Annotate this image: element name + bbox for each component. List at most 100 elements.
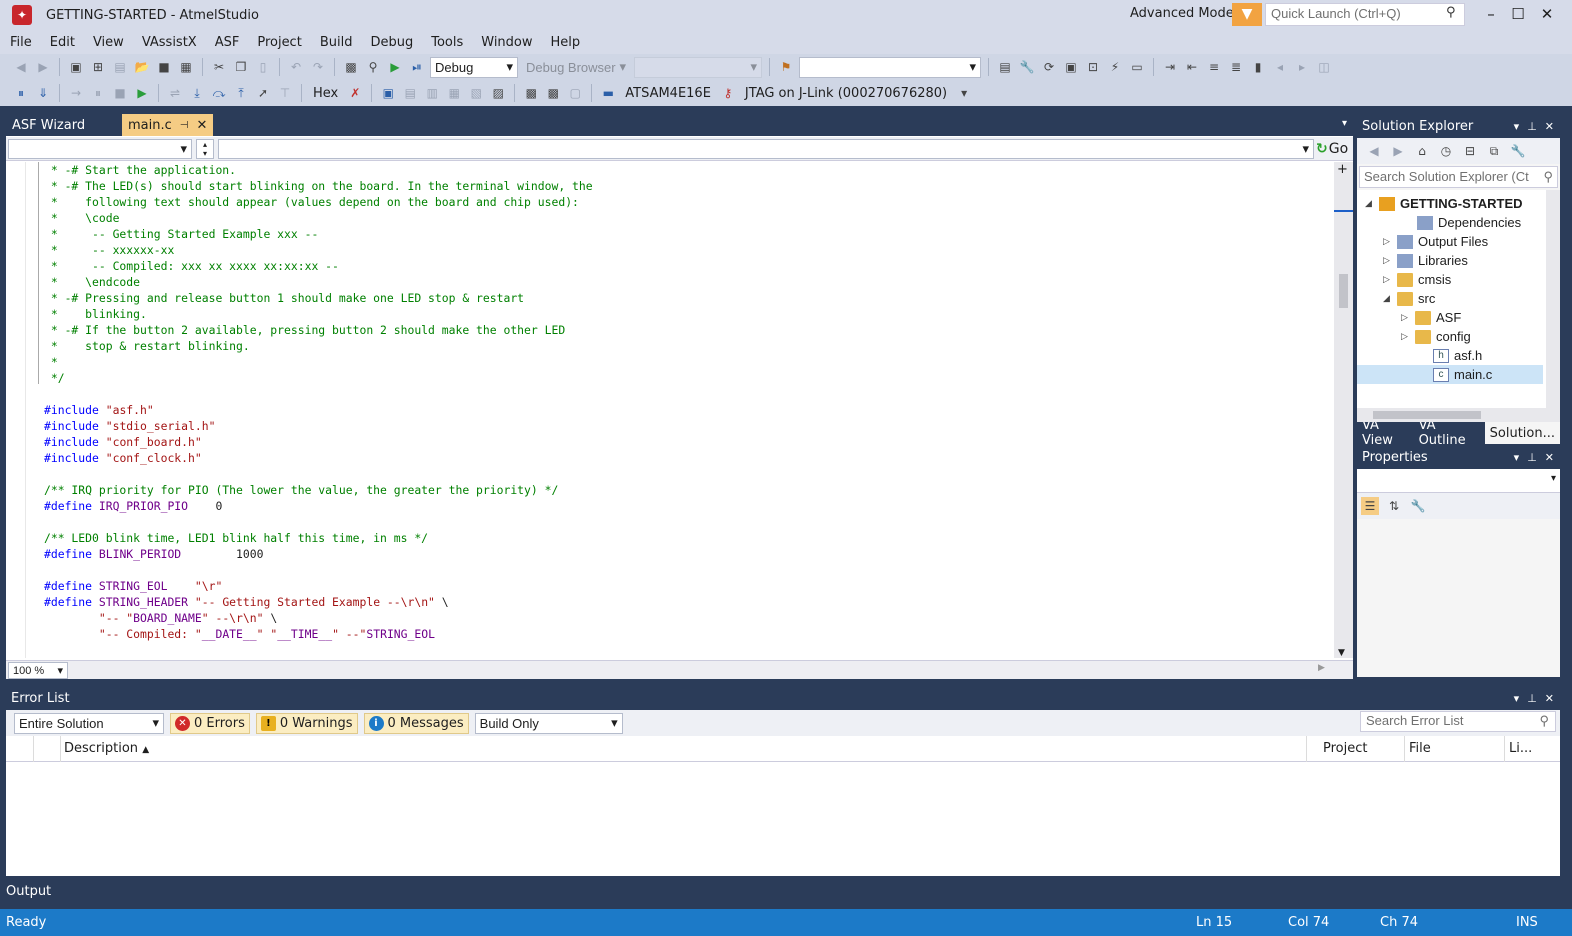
- code-line[interactable]: * -# Start the application.: [26, 162, 1334, 178]
- tree-item-src[interactable]: ◢ src: [1357, 289, 1543, 308]
- reset-icon[interactable]: ⊤: [276, 84, 294, 102]
- menu-file[interactable]: File: [10, 35, 32, 50]
- back-icon[interactable]: ◀: [12, 58, 30, 76]
- expander-icon[interactable]: ▷: [1401, 312, 1415, 323]
- code-line[interactable]: #define STRING_EOL "\r": [26, 578, 1334, 594]
- new-file-icon[interactable]: ▤: [111, 58, 129, 76]
- errors-filter-button[interactable]: ✕ 0 Errors: [170, 712, 250, 734]
- hex-toggle[interactable]: Hex: [309, 86, 342, 101]
- column-project[interactable]: Project: [1323, 741, 1367, 756]
- menu-debug[interactable]: Debug: [370, 35, 413, 50]
- menu-window[interactable]: Window: [481, 35, 532, 50]
- run-icon[interactable]: ▶: [133, 84, 151, 102]
- symbol-select[interactable]: ▾: [218, 139, 1314, 159]
- break-all-icon[interactable]: ⏸: [89, 84, 107, 102]
- error-search-input[interactable]: Search Error List ⚲: [1360, 711, 1556, 732]
- filter-icon[interactable]: ▼: [1232, 3, 1262, 26]
- spinner-icon[interactable]: ▴ ▾: [196, 139, 214, 159]
- properties-wrench-icon[interactable]: 🔧: [1509, 142, 1527, 160]
- breakpoint-toggle-icon[interactable]: ✗: [346, 84, 364, 102]
- uncomment-icon[interactable]: ≣: [1227, 58, 1245, 76]
- code-line[interactable]: [26, 562, 1334, 578]
- processor-view-icon[interactable]: ▩: [522, 84, 540, 102]
- dropdown-icon[interactable]: ▾: [1514, 692, 1520, 705]
- code-editor[interactable]: * -# Start the application. * -# The LED…: [26, 162, 1334, 658]
- comment-icon[interactable]: ≡: [1205, 58, 1223, 76]
- zoom-select[interactable]: 100 % ▾: [8, 662, 68, 679]
- chip-icon[interactable]: ▢: [566, 84, 584, 102]
- tab-overflow-icon[interactable]: ▾: [1342, 118, 1347, 129]
- step-into-icon[interactable]: ⤓: [188, 84, 206, 102]
- scope-select[interactable]: ▾: [8, 139, 192, 159]
- debug-windows-icon[interactable]: ▣: [379, 84, 397, 102]
- indent-icon[interactable]: ⇥: [1161, 58, 1179, 76]
- close-tab-icon[interactable]: ✕: [196, 118, 207, 133]
- code-line[interactable]: * -# Pressing and release button 1 shoul…: [26, 290, 1334, 306]
- save-all-icon[interactable]: ▦: [177, 58, 195, 76]
- code-line[interactable]: #include "conf_clock.h": [26, 450, 1334, 466]
- tree-vertical-scrollbar[interactable]: [1546, 190, 1560, 408]
- categorized-icon[interactable]: ☰: [1361, 497, 1379, 515]
- alphabetical-icon[interactable]: ⇅: [1385, 497, 1403, 515]
- editor-vertical-scrollbar[interactable]: + ▼: [1334, 162, 1353, 658]
- show-next-icon[interactable]: ⇌: [166, 84, 184, 102]
- window-icon[interactable]: ▣: [1062, 58, 1080, 76]
- scroll-right-icon[interactable]: ▶: [1318, 663, 1325, 673]
- code-line[interactable]: #define IRQ_PRIOR_PIO 0: [26, 498, 1334, 514]
- home-icon[interactable]: ⌂: [1413, 142, 1431, 160]
- messages-filter-button[interactable]: i0 Messages: [363, 712, 469, 734]
- continue-icon[interactable]: →: [67, 84, 85, 102]
- attach-icon[interactable]: ⏸: [12, 84, 30, 102]
- solution-search-input[interactable]: Search Solution Explorer (Ct ⚲: [1359, 166, 1558, 188]
- code-line[interactable]: #define STRING_HEADER "-- Getting Starte…: [26, 594, 1334, 610]
- clear-bookmarks-icon[interactable]: ◫: [1315, 58, 1333, 76]
- properties-object-select[interactable]: ▾: [1357, 469, 1560, 493]
- undo-icon[interactable]: ↶: [287, 58, 305, 76]
- collapse-all-icon[interactable]: ⊟: [1461, 142, 1479, 160]
- find-combo[interactable]: ▾: [799, 56, 981, 78]
- new-project-icon[interactable]: ▣: [67, 58, 85, 76]
- io-view-icon[interactable]: ▩: [544, 84, 562, 102]
- close-window-button[interactable]: ✕: [1532, 3, 1562, 25]
- column-file[interactable]: File: [1409, 741, 1431, 756]
- find-icon[interactable]: ⚲: [364, 58, 382, 76]
- outdent-icon[interactable]: ⇤: [1183, 58, 1201, 76]
- build-filter-select[interactable]: Build Only ▾: [474, 712, 623, 734]
- expander-icon[interactable]: ▷: [1383, 255, 1397, 266]
- device-label[interactable]: ATSAM4E16E: [621, 86, 715, 101]
- error-scope-select[interactable]: Entire Solution ▾: [14, 712, 164, 734]
- expander-icon[interactable]: ▷: [1383, 274, 1397, 285]
- expander-icon[interactable]: ◢: [1365, 198, 1379, 209]
- show-all-files-icon[interactable]: ⧉: [1485, 142, 1503, 160]
- code-line[interactable]: [26, 514, 1334, 530]
- refresh-icon[interactable]: ⟳: [1040, 58, 1058, 76]
- toolbar-overflow-icon[interactable]: ▾: [955, 84, 973, 102]
- tool-label[interactable]: JTAG on J-Link (000270676280): [741, 86, 951, 101]
- device-programming-icon[interactable]: ▩: [342, 58, 360, 76]
- code-line[interactable]: * -# If the button 2 available, pressing…: [26, 322, 1334, 338]
- scroll-down-icon[interactable]: ▼: [1338, 648, 1345, 658]
- quick-launch-input[interactable]: Quick Launch (Ctrl+Q): [1265, 3, 1465, 26]
- debug-browser-select[interactable]: Debug Browser ▾: [522, 57, 630, 78]
- step-out-icon[interactable]: ⤒: [232, 84, 250, 102]
- split-icon[interactable]: +: [1337, 162, 1348, 177]
- code-line[interactable]: * following text should appear (values d…: [26, 194, 1334, 210]
- stop-icon[interactable]: ■: [111, 84, 129, 102]
- dropdown-icon[interactable]: ▾: [1514, 451, 1520, 464]
- extension-icon[interactable]: ⊡: [1084, 58, 1102, 76]
- expander-icon[interactable]: ◢: [1383, 293, 1397, 304]
- advanced-mode-label[interactable]: Advanced Mode: [1130, 6, 1234, 21]
- code-line[interactable]: #define BLINK_PERIOD 1000: [26, 546, 1334, 562]
- code-line[interactable]: * \endcode: [26, 274, 1334, 290]
- build-config-select[interactable]: Debug ▾: [430, 56, 518, 78]
- debugger-tool-icon[interactable]: ⚷: [719, 84, 737, 102]
- expander-icon[interactable]: ▷: [1383, 236, 1397, 247]
- property-pages-icon[interactable]: 🔧: [1409, 497, 1427, 515]
- minimize-button[interactable]: –: [1476, 3, 1506, 25]
- back-icon[interactable]: ◀: [1365, 142, 1383, 160]
- maximize-button[interactable]: ☐: [1503, 3, 1533, 25]
- close-icon[interactable]: ✕: [1545, 120, 1554, 133]
- code-line[interactable]: /** LED0 blink time, LED1 blink half thi…: [26, 530, 1334, 546]
- column-description[interactable]: Description ▲: [64, 741, 149, 756]
- registers-icon[interactable]: ▥: [423, 84, 441, 102]
